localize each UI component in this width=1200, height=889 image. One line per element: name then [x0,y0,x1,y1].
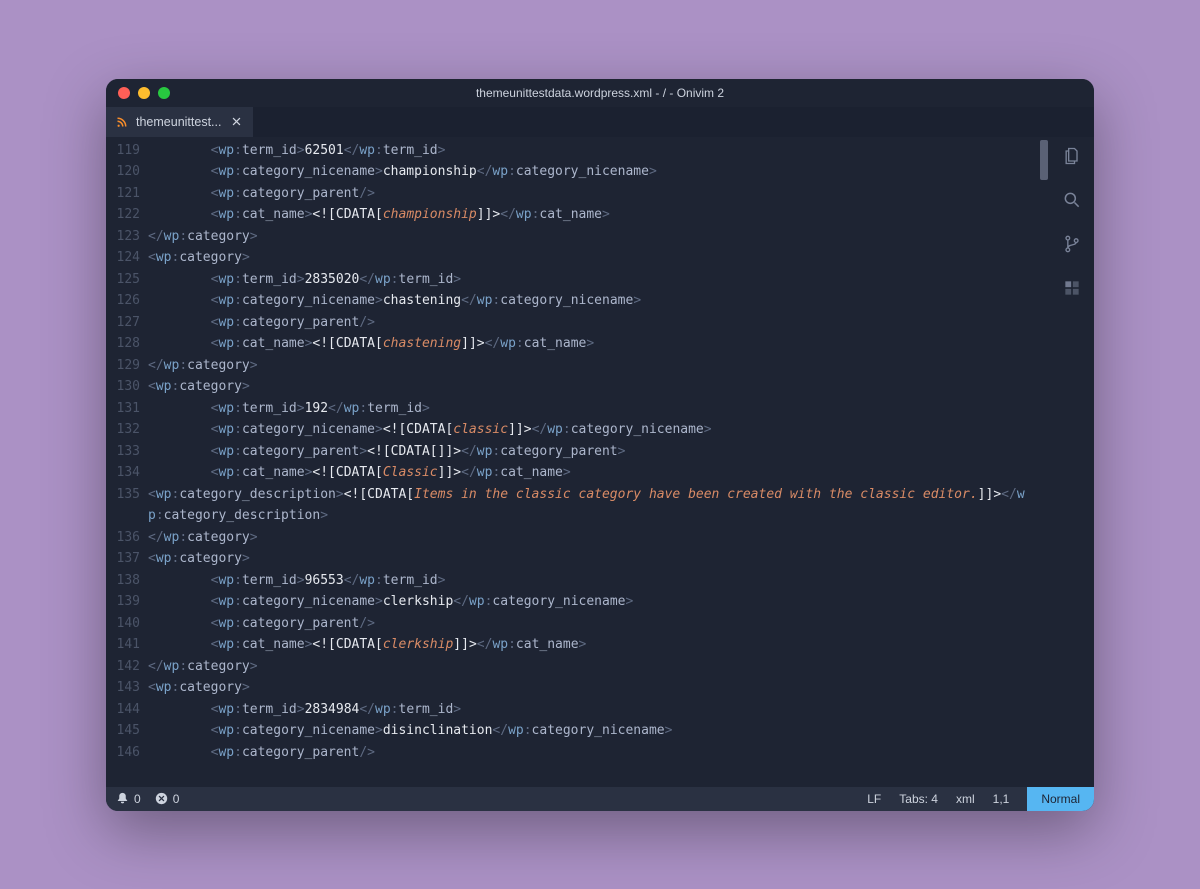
minimize-window-button[interactable] [138,87,150,99]
scrollbar-thumb[interactable] [1040,140,1048,180]
extensions-icon[interactable] [1061,277,1083,299]
close-window-button[interactable] [118,87,130,99]
search-icon[interactable] [1061,189,1083,211]
line-gutter: 1191201211221231241251261271281291301311… [106,137,148,787]
titlebar: themeunittestdata.wordpress.xml - / - On… [106,79,1094,107]
code-view[interactable]: <wp:term_id>62501</wp:term_id> <wp:categ… [148,137,1036,787]
status-notifications[interactable]: 0 [116,792,141,806]
status-pos[interactable]: 1,1 [993,792,1010,806]
status-bar: 0 0 LF Tabs: 4 xml 1,1 Normal [106,787,1094,811]
status-mode[interactable]: Normal [1027,787,1094,811]
status-errors[interactable]: 0 [155,792,180,806]
status-tabs[interactable]: Tabs: 4 [899,792,938,806]
status-lang[interactable]: xml [956,792,975,806]
editor-body: 1191201211221231241251261271281291301311… [106,137,1094,787]
app-window: themeunittestdata.wordpress.xml - / - On… [106,79,1094,811]
tab-bar: themeunittest... [106,107,1094,137]
tab-label: themeunittest... [136,115,221,129]
rss-file-icon [116,116,128,128]
traffic-lights [106,87,170,99]
status-eol[interactable]: LF [867,792,881,806]
activity-bar [1050,137,1094,787]
window-title: themeunittestdata.wordpress.xml - / - On… [106,86,1094,100]
zoom-window-button[interactable] [158,87,170,99]
tab-file[interactable]: themeunittest... [106,107,253,137]
tab-close-button[interactable] [229,115,243,129]
files-icon[interactable] [1061,145,1083,167]
editor-area[interactable]: 1191201211221231241251261271281291301311… [106,137,1050,787]
git-branch-icon[interactable] [1061,233,1083,255]
scrollbar[interactable] [1036,137,1050,787]
